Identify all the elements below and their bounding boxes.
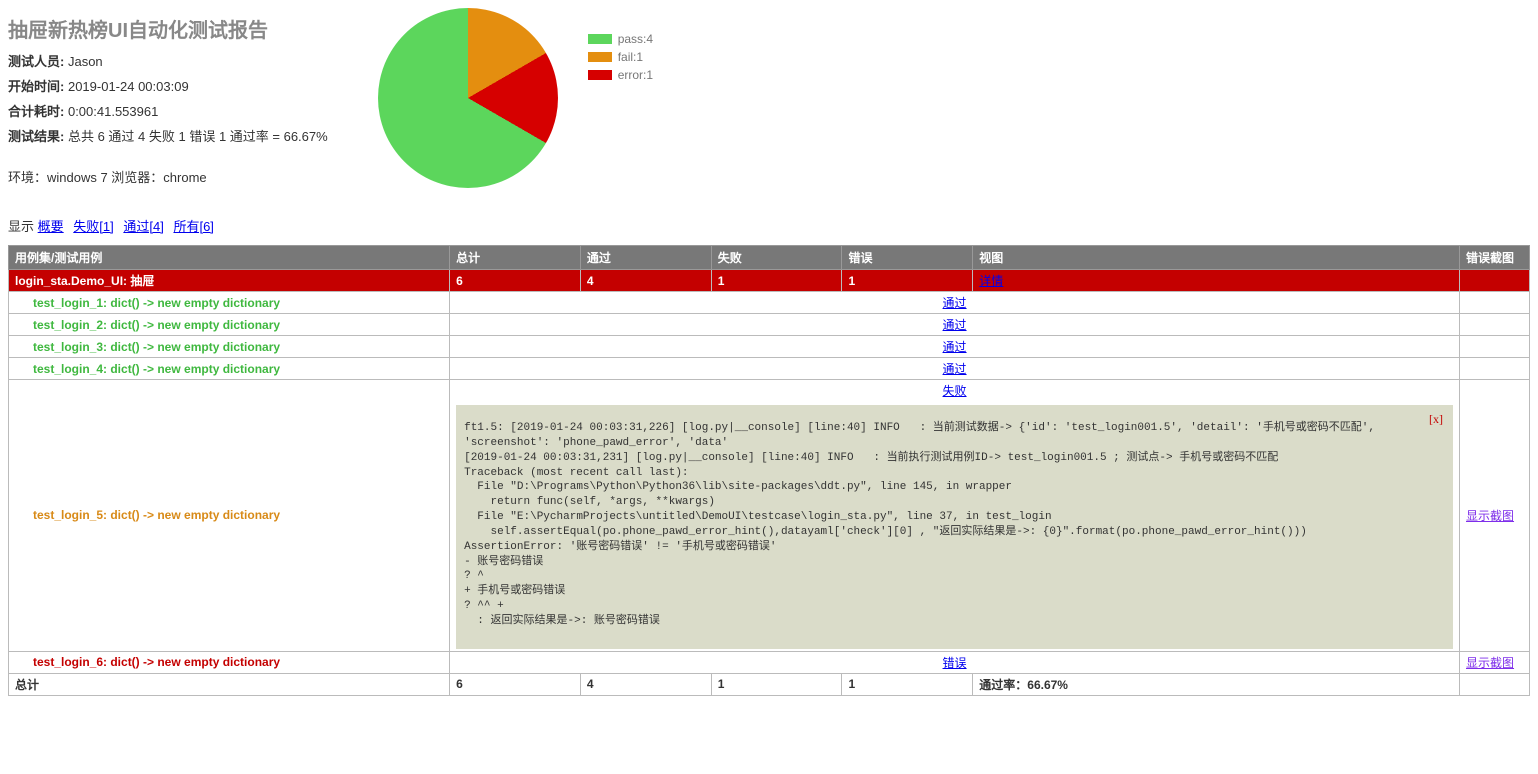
case-status-link[interactable]: 通过	[943, 362, 967, 376]
case-status-link[interactable]: 通过	[943, 340, 967, 354]
case-name: test_login_3: dict() -> new empty dictio…	[9, 336, 450, 358]
close-traceback-button[interactable]: [x]	[1429, 411, 1443, 427]
th-pass: 通过	[580, 246, 711, 270]
legend-pass: pass:4	[588, 32, 653, 46]
fail-swatch-icon	[588, 52, 612, 62]
case-status-link[interactable]: 错误	[943, 656, 967, 670]
suite-row: login_sta.Demo_UI: 抽屉 6 4 1 1 详情	[9, 270, 1530, 292]
th-error: 错误	[842, 246, 973, 270]
pass-swatch-icon	[588, 34, 612, 44]
table-row: test_login_3: dict() -> new empty dictio…	[9, 336, 1530, 358]
table-row: test_login_6: dict() -> new empty dictio…	[9, 651, 1530, 673]
tester-row: 测试人员: Jason	[8, 51, 328, 70]
case-name: test_login_4: dict() -> new empty dictio…	[9, 358, 450, 380]
duration-row: 合计耗时: 0:00:41.553961	[8, 101, 328, 120]
filter-summary-link[interactable]: 概要	[38, 219, 64, 234]
th-screenshot: 错误截图	[1460, 246, 1530, 270]
filter-all-link[interactable]: 所有[6]	[173, 219, 213, 234]
th-count: 总计	[450, 246, 581, 270]
table-row: test_login_4: dict() -> new empty dictio…	[9, 358, 1530, 380]
case-name: test_login_6: dict() -> new empty dictio…	[9, 651, 450, 673]
case-status-link[interactable]: 通过	[943, 296, 967, 310]
result-row: 测试结果: 总共 6 通过 4 失败 1 错误 1 通过率 = 66.67%	[8, 126, 328, 145]
case-status-link[interactable]: 失败	[943, 384, 967, 398]
filter-row: 显示 概要 失败[1] 通过[4] 所有[6]	[8, 216, 1530, 235]
total-fail: 1	[711, 673, 842, 695]
case-name: test_login_5: dict() -> new empty dictio…	[9, 380, 450, 652]
table-row: test_login_2: dict() -> new empty dictio…	[9, 314, 1530, 336]
case-status-link[interactable]: 通过	[943, 318, 967, 332]
result-pie-chart	[378, 8, 558, 188]
suite-detail-link[interactable]: 详情	[979, 274, 1003, 288]
result-table: 用例集/测试用例 总计 通过 失败 错误 视图 错误截图 login_sta.D…	[8, 245, 1530, 696]
suite-error: 1	[842, 270, 973, 292]
suite-view: 详情	[973, 270, 1460, 292]
total-count: 6	[450, 673, 581, 695]
total-rate: 通过率：66.67%	[973, 673, 1460, 695]
total-error: 1	[842, 673, 973, 695]
filter-fail-link[interactable]: 失败[1]	[73, 219, 113, 234]
table-row: test_login_5: dict() -> new empty dictio…	[9, 380, 1530, 652]
report-title: 抽屉新热榜UI自动化测试报告	[8, 14, 328, 43]
start-row: 开始时间: 2019-01-24 00:03:09	[8, 76, 328, 95]
case-name: test_login_1: dict() -> new empty dictio…	[9, 292, 450, 314]
suite-name: login_sta.Demo_UI: 抽屉	[9, 270, 450, 292]
suite-pass: 4	[580, 270, 711, 292]
screenshot-link[interactable]: 显示截图	[1466, 509, 1514, 523]
th-fail: 失败	[711, 246, 842, 270]
th-view: 视图	[973, 246, 1460, 270]
env-row: 环境：windows 7 浏览器：chrome	[8, 167, 328, 186]
legend-fail: fail:1	[588, 50, 653, 64]
filter-label: 显示	[8, 219, 34, 234]
suite-ss	[1460, 270, 1530, 292]
filter-pass-link[interactable]: 通过[4]	[123, 219, 163, 234]
total-pass: 4	[580, 673, 711, 695]
total-label: 总计	[9, 673, 450, 695]
suite-fail: 1	[711, 270, 842, 292]
case-name: test_login_2: dict() -> new empty dictio…	[9, 314, 450, 336]
th-suite: 用例集/测试用例	[9, 246, 450, 270]
pie-legend: pass:4 fail:1 error:1	[588, 28, 653, 86]
traceback-text: ft1.5: [2019-01-24 00:03:31,226] [log.py…	[464, 422, 1382, 627]
suite-count: 6	[450, 270, 581, 292]
legend-error: error:1	[588, 68, 653, 82]
total-row: 总计 6 4 1 1 通过率：66.67%	[9, 673, 1530, 695]
error-swatch-icon	[588, 70, 612, 80]
fail-traceback: [x] ft1.5: [2019-01-24 00:03:31,226] [log…	[456, 405, 1453, 649]
table-row: test_login_1: dict() -> new empty dictio…	[9, 292, 1530, 314]
screenshot-link[interactable]: 显示截图	[1466, 656, 1514, 670]
